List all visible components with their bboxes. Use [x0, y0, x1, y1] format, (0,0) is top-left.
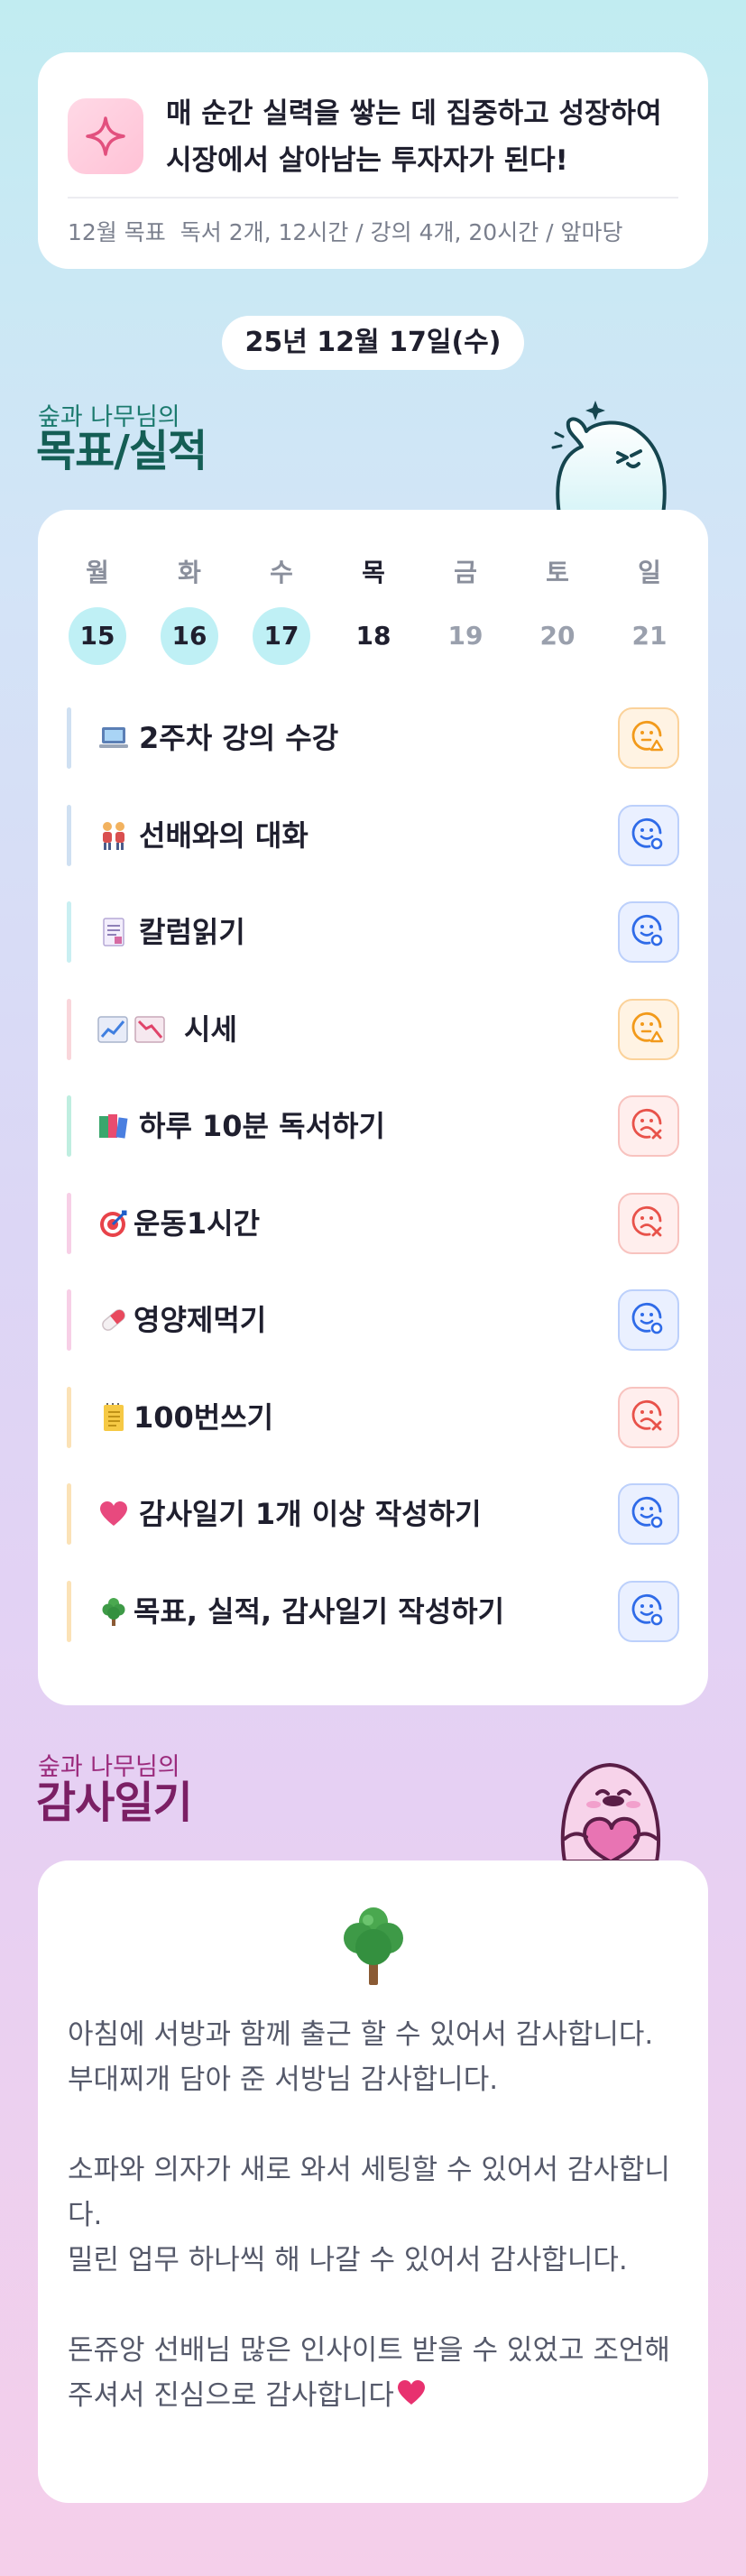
task-color-bar [67, 1289, 71, 1351]
task-item[interactable]: 운동1시간 [67, 1192, 679, 1254]
thanks-card: 아침에 서방과 함께 출근 할 수 있어서 감사합니다. 부대찌개 담아 준 서… [38, 1860, 708, 2503]
chart-icon [97, 1013, 166, 1046]
divider [68, 197, 678, 199]
status-bad-icon[interactable] [618, 1192, 679, 1254]
status-mid-icon[interactable] [618, 998, 679, 1060]
task-color-bar [67, 1192, 71, 1254]
task-item[interactable]: 2주차 강의 수강 [67, 707, 679, 769]
heart-icon [97, 1498, 130, 1530]
status-good-icon[interactable] [618, 901, 679, 963]
books-icon [97, 1110, 130, 1142]
task-color-bar [67, 1386, 71, 1448]
thanks-line: 부대찌개 담아 준 서방님 감사합니다. [68, 2064, 499, 2096]
task-item[interactable]: 선배와의 대화 [67, 804, 679, 866]
task-color-bar [67, 707, 71, 769]
task-item[interactable]: 영양제먹기 [67, 1289, 679, 1351]
heart-icon [396, 2375, 427, 2420]
tree-icon [97, 1595, 130, 1628]
task-label: 칼럼읽기 [139, 915, 245, 949]
calendar-day[interactable]: 20 [529, 607, 586, 665]
thanks-line: 아침에 서방과 함께 출근 할 수 있어서 감사합니다. [68, 2018, 654, 2051]
status-good-icon[interactable] [618, 1483, 679, 1545]
calendar-day[interactable]: 18 [345, 607, 402, 665]
thanks-line-text: 돈쥬앙 선배님 많은 인사이트 받을 수 있었고 조언해주셔서 진심으로 감사합… [68, 2334, 670, 2412]
task-label: 감사일기 1개 이상 작성하기 [139, 1497, 482, 1531]
motto-text: 매 순간 실력을 쌓는 데 집중하고 성장하여 시장에서 살아남는 투자자가 된… [166, 97, 662, 177]
thanks-line: 밀린 업무 하나씩 해 나갈 수 있어서 감사합니다. [68, 2244, 628, 2276]
pill-icon [97, 1304, 130, 1336]
target-icon [97, 1207, 130, 1240]
thanks-text: 아침에 서방과 함께 출근 할 수 있어서 감사합니다. 부대찌개 담아 준 서… [68, 2012, 690, 2420]
goals-card: 월 화 수 목 금 토 일 15 16 17 18 19 20 21 2주차 강의 수강선배와의 대화칼… [38, 510, 708, 1705]
goal-label: 12월 목표 [68, 219, 166, 245]
task-color-bar [67, 1483, 71, 1545]
week-calendar: 월화수목금토일 [38, 555, 708, 591]
date-pill[interactable]: 25년 12월 17일(수) [222, 316, 524, 370]
notepad-icon [97, 1401, 130, 1434]
task-label: 시세 [184, 1011, 237, 1047]
people-icon [97, 819, 130, 852]
task-item[interactable]: 감사일기 1개 이상 작성하기 [67, 1483, 679, 1545]
weekday-label: 목 [362, 558, 385, 587]
motto-card[interactable]: 매 순간 실력을 쌓는 데 집중하고 성장하여 시장에서 살아남는 투자자가 된… [38, 52, 708, 269]
weekday-label: 월 [86, 558, 109, 587]
calendar-day[interactable]: 16 [161, 607, 218, 665]
calendar-day[interactable]: 19 [437, 607, 494, 665]
thanks-line: 소파와 의자가 새로 와서 세팅할 수 있어서 감사합니다. [68, 2154, 670, 2231]
status-good-icon[interactable] [618, 1580, 679, 1642]
task-label: 목표, 실적, 감사일기 작성하기 [134, 1593, 505, 1629]
task-label: 영양제먹기 [134, 1303, 267, 1337]
task-color-bar [67, 804, 71, 866]
task-item[interactable]: 100번쓰기 [67, 1386, 679, 1448]
goals-section-title: 목표/실적 [36, 426, 207, 476]
calendar-day[interactable]: 17 [253, 607, 310, 665]
pink-character-icon [538, 1749, 682, 1863]
thanks-line: 돈쥬앙 선배님 많은 인사이트 받을 수 있었고 조언해주셔서 진심으로 감사합… [68, 2328, 690, 2420]
task-label: 운동1시간 [134, 1205, 261, 1241]
sparkle-icon [68, 98, 143, 174]
weekday-label: 일 [638, 558, 661, 587]
thanks-section-title: 감사일기 [36, 1777, 193, 1828]
status-bad-icon[interactable] [618, 1095, 679, 1157]
status-good-icon[interactable] [618, 804, 679, 866]
document-icon [97, 916, 130, 948]
calendar-day[interactable]: 21 [621, 607, 678, 665]
task-label: 2주차 강의 수강 [139, 721, 339, 755]
page: 매 순간 실력을 쌓는 데 집중하고 성장하여 시장에서 살아남는 투자자가 된… [0, 0, 746, 2576]
status-mid-icon[interactable] [618, 707, 679, 769]
weekday-label: 화 [178, 558, 201, 587]
task-color-bar [67, 901, 71, 963]
goal-text: 독서 2개, 12시간 / 강의 4개, 20시간 / 앞마당 [180, 219, 623, 245]
task-label: 하루 10분 독서하기 [139, 1109, 385, 1143]
weekday-label: 토 [546, 558, 569, 587]
task-label: 선배와의 대화 [139, 817, 309, 853]
laptop-icon [97, 722, 130, 754]
weekday-label: 수 [270, 558, 293, 587]
monthly-goal: 12월 목표 독서 2개, 12시간 / 강의 4개, 20시간 / 앞마당 [68, 213, 681, 253]
status-good-icon[interactable] [618, 1289, 679, 1351]
calendar-day[interactable]: 15 [69, 607, 126, 665]
task-item[interactable]: 하루 10분 독서하기 [67, 1095, 679, 1157]
task-item[interactable]: 목표, 실적, 감사일기 작성하기 [67, 1580, 679, 1642]
tree-icon [336, 1906, 411, 1987]
task-color-bar [67, 1095, 71, 1157]
task-label: 100번쓰기 [134, 1399, 274, 1435]
task-item[interactable]: 칼럼읽기 [67, 901, 679, 963]
task-color-bar [67, 1580, 71, 1642]
status-bad-icon[interactable] [618, 1386, 679, 1448]
task-item[interactable]: 시세 [67, 998, 679, 1060]
task-color-bar [67, 998, 71, 1060]
ghost-character-icon [541, 397, 677, 516]
weekday-label: 금 [454, 558, 477, 587]
